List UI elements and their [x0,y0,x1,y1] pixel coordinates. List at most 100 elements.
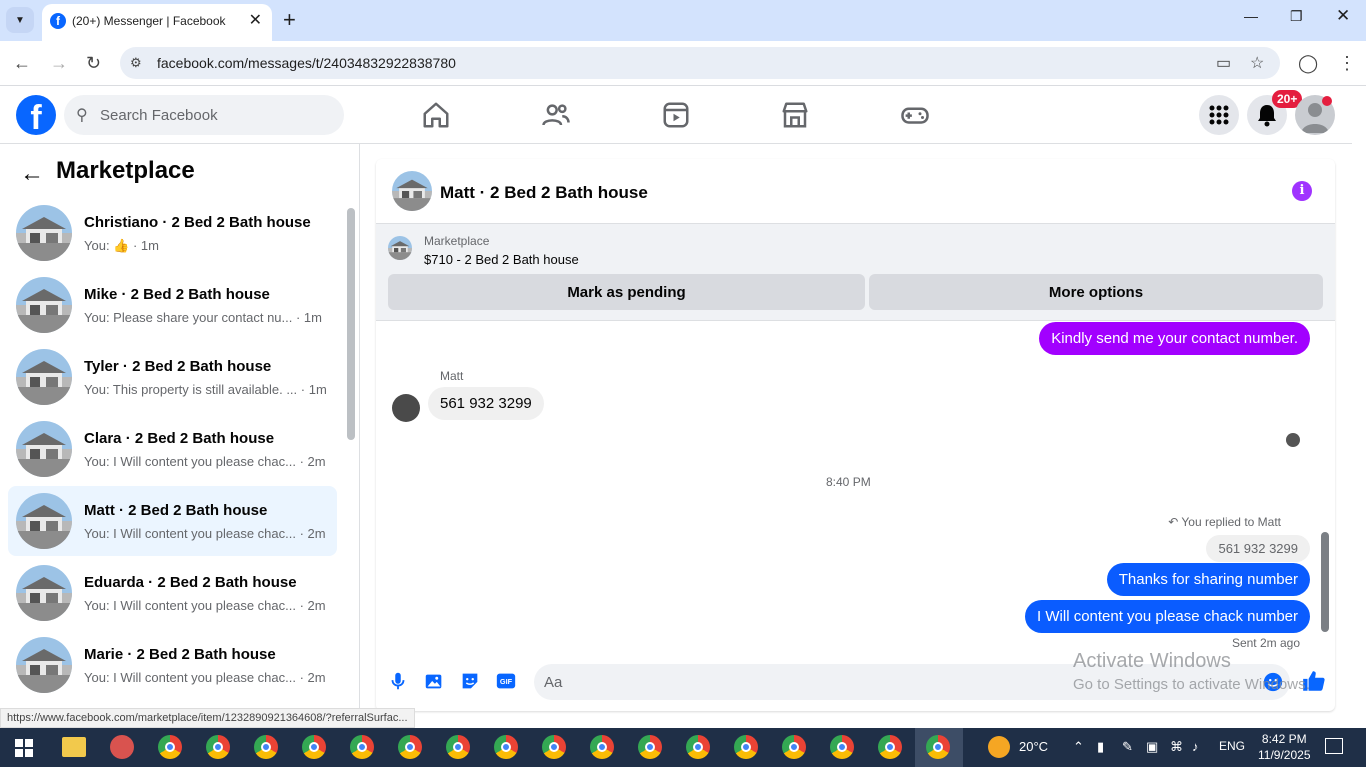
emoji-icon[interactable] [1262,671,1284,693]
chrome-taskbar-icon[interactable] [542,735,566,759]
sticker-icon[interactable] [459,670,481,692]
house-photo-icon [16,205,72,261]
chrome-taskbar-icon[interactable] [590,735,614,759]
message-input-box[interactable] [534,664,1290,700]
chrome-taskbar-icon[interactable] [494,735,518,759]
browser-tab-messenger[interactable]: f (20+) Messenger | Facebook ✕ [42,4,272,41]
chrome-taskbar-icon[interactable] [398,735,422,759]
volume-icon[interactable]: ♪ [1192,739,1199,754]
windows-start-icon[interactable] [15,739,33,757]
sent-status: Sent 2m ago [1231,636,1300,650]
conversation-preview: You: I Will content you please chac... ·… [84,598,326,613]
chrome-center-dot [309,742,319,752]
chat-thumbnail[interactable] [392,171,432,211]
chrome-taskbar-icon[interactable] [158,735,182,759]
marketplace-icon[interactable] [780,100,810,130]
install-app-icon[interactable]: ▭ [1216,53,1231,73]
chrome-taskbar-icon[interactable] [782,735,806,759]
menu-grid-button[interactable] [1199,95,1239,135]
conversation-item[interactable]: Tyler · 2 Bed 2 Bath house You: This prop… [8,342,337,412]
wifi-icon[interactable]: ⌘ [1170,739,1183,755]
chrome-taskbar-icon[interactable] [878,735,902,759]
chat-scrollbar[interactable] [1321,532,1329,632]
meet-icon[interactable]: ▣ [1146,739,1158,755]
battery-icon[interactable]: ▮ [1097,739,1104,755]
tray-chevron-icon[interactable]: ⌃ [1073,739,1084,755]
chrome-taskbar-icon[interactable] [350,735,374,759]
file-explorer-icon[interactable] [62,737,86,757]
address-bar[interactable]: ⚙ facebook.com/messages/t/24034832922838… [120,47,1280,79]
more-options-button[interactable]: More options [869,274,1323,310]
chat-title[interactable]: Matt · 2 Bed 2 Bath house [440,183,648,203]
new-tab-icon[interactable]: + [283,7,296,33]
clock[interactable]: 8:42 PM 11/9/2025 [1258,731,1311,763]
chrome-center-dot [501,742,511,752]
search-input[interactable] [100,95,330,135]
gaming-icon[interactable] [900,100,930,130]
conversation-item[interactable]: Eduarda · 2 Bed 2 Bath house You: I Will … [8,558,337,628]
house-photo-icon [388,236,412,260]
clock-date: 11/9/2025 [1258,748,1311,762]
chrome-menu-icon[interactable]: ⋮ [1338,53,1356,74]
message-thread: Kindly send me your contact number. Matt… [376,321,1335,656]
outgoing-message[interactable]: Kindly send me your contact number. [1039,322,1310,355]
bookmark-star-icon[interactable]: ☆ [1250,53,1264,73]
restore-icon[interactable]: ❐ [1290,8,1303,25]
microphone-icon[interactable] [387,670,409,692]
back-icon[interactable]: ← [13,53,31,74]
quoted-message[interactable]: 561 932 3299 [1206,535,1310,562]
profile-icon[interactable]: ◯ [1298,53,1318,74]
friends-icon[interactable] [541,100,571,130]
weather-icon[interactable] [988,736,1010,758]
outgoing-message[interactable]: I Will content you please chack number [1025,600,1310,633]
minimize-icon[interactable]: — [1244,8,1258,24]
pen-icon[interactable]: ✎ [1122,739,1133,755]
home-icon[interactable] [421,100,451,130]
chrome-taskbar-icon[interactable] [446,735,470,759]
chrome-taskbar-icon[interactable] [734,735,758,759]
chrome-taskbar-icon[interactable] [830,735,854,759]
incoming-message[interactable]: 561 932 3299 [428,387,544,420]
weather-temp[interactable]: 20°C [1019,739,1048,754]
conversation-item[interactable]: Matt · 2 Bed 2 Bath house You: I Will con… [8,486,337,556]
facebook-logo-icon[interactable]: f [16,95,56,137]
tab-title: (20+) Messenger | Facebook [72,14,226,28]
back-arrow-icon[interactable]: ← [20,160,44,188]
chrome-taskbar-icon[interactable] [686,735,710,759]
app-icon[interactable] [110,735,134,759]
conversation-thumbnail [16,421,72,477]
chrome-taskbar-icon[interactable] [302,735,326,759]
tab-search-dropdown-icon[interactable]: ▼ [6,7,34,33]
video-icon[interactable] [661,100,691,130]
close-tab-icon[interactable]: ✕ [249,10,262,30]
listing-title[interactable]: $710 - 2 Bed 2 Bath house [424,252,579,267]
info-icon[interactable]: i [1292,181,1312,201]
mark-as-pending-button[interactable]: Mark as pending [388,274,865,310]
message-input[interactable] [544,664,1244,700]
chrome-taskbar-icon[interactable] [638,735,662,759]
facebook-search-box[interactable]: ⚲ [64,95,344,135]
thumbs-up-icon[interactable] [1301,668,1327,694]
gif-icon[interactable]: GIF [495,670,517,692]
listing-thumbnail[interactable] [388,236,412,260]
sidebar-scrollbar[interactable] [347,208,355,440]
chrome-center-dot [693,742,703,752]
language-indicator[interactable]: ENG [1219,739,1245,753]
facebook-favicon-icon: f [50,13,66,29]
conversation-item[interactable]: Clara · 2 Bed 2 Bath house You: I Will co… [8,414,337,484]
outgoing-message[interactable]: Thanks for sharing number [1106,563,1310,596]
reload-icon[interactable]: ↻ [86,53,101,74]
conversation-item[interactable]: Mike · 2 Bed 2 Bath house You: Please sha… [8,270,337,340]
photo-icon[interactable] [423,670,445,692]
chrome-taskbar-icon[interactable] [206,735,230,759]
conversation-item[interactable]: Marie · 2 Bed 2 Bath house You: I Will co… [8,630,337,700]
url-text[interactable]: facebook.com/messages/t/2403483292283878… [157,55,456,71]
conversation-item[interactable]: Christiano · 2 Bed 2 Bath house You: 👍 · … [8,198,337,268]
sender-avatar[interactable] [392,394,420,422]
chrome-taskbar-icon[interactable] [254,735,278,759]
site-info-icon[interactable]: ⚙ [130,55,142,71]
forward-icon[interactable]: → [50,53,68,74]
notification-center-icon[interactable] [1325,738,1343,754]
close-window-icon[interactable]: ✕ [1336,6,1350,26]
chrome-taskbar-icon[interactable] [926,735,950,759]
